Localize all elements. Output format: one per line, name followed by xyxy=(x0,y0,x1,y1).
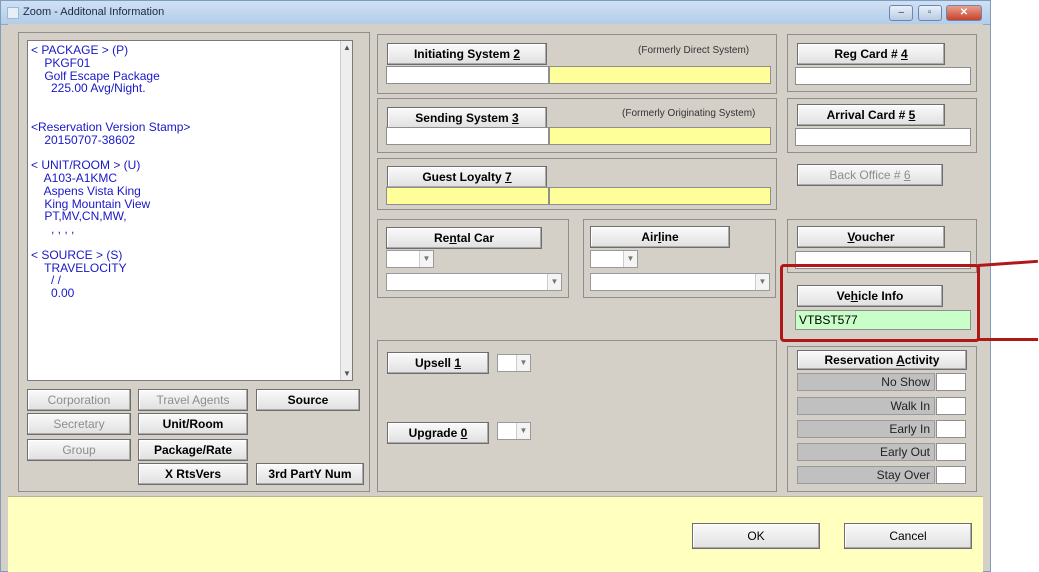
upsell-button[interactable]: Upsell 1 xyxy=(387,352,489,374)
sending-key: 3 xyxy=(512,111,519,125)
activity-field-walk-in[interactable] xyxy=(936,397,966,415)
loyalty-label: Guest Loyalty xyxy=(422,170,505,184)
sending-system-button[interactable]: Sending System 3 xyxy=(387,107,547,129)
rental-label-b: tal Car xyxy=(456,231,495,245)
sending-label: Sending System xyxy=(415,111,512,125)
chevron-down-icon[interactable]: ▼ xyxy=(516,423,530,439)
arrival-card-button[interactable]: Arrival Card # 5 xyxy=(797,104,945,126)
maximize-button[interactable]: ▫ xyxy=(917,5,942,21)
cancel-button[interactable]: Cancel xyxy=(844,523,972,549)
activity-label-a: Reservation xyxy=(824,353,897,367)
ok-button[interactable]: OK xyxy=(692,523,820,549)
activity-field-stay-over[interactable] xyxy=(936,466,966,484)
airline-button[interactable]: Airline xyxy=(590,226,730,248)
chevron-down-icon[interactable]: ▼ xyxy=(516,355,530,371)
source-button[interactable]: Source xyxy=(256,389,360,411)
scroll-up-icon[interactable]: ▲ xyxy=(343,43,351,52)
chevron-down-icon[interactable]: ▼ xyxy=(623,251,637,267)
travel-agents-button[interactable]: Travel Agents xyxy=(138,389,248,411)
reg-card-key: 4 xyxy=(901,47,908,61)
close-button[interactable]: ✕ xyxy=(946,5,982,21)
rental-key: n xyxy=(449,231,457,245)
loyalty-number-field[interactable] xyxy=(549,187,771,205)
reg-card-button[interactable]: Reg Card # 4 xyxy=(797,43,945,65)
activity-label-early-out: Early Out xyxy=(797,443,935,461)
activity-key: A xyxy=(896,353,905,367)
highlight-box xyxy=(780,264,980,342)
initiating-key: 2 xyxy=(513,47,521,61)
voucher-button[interactable]: Voucher xyxy=(797,226,945,248)
initiating-note: (Formerly Direct System) xyxy=(638,45,750,56)
corporation-button[interactable]: Corporation xyxy=(27,389,131,411)
secretary-button[interactable]: Secretary xyxy=(27,413,131,435)
upgrade-key: 0 xyxy=(460,426,468,440)
sending-note: (Formerly Originating System) xyxy=(622,108,756,119)
window-title: Zoom - Additonal Information xyxy=(23,6,165,18)
sending-code-field[interactable] xyxy=(386,127,549,145)
group-button[interactable]: Group xyxy=(27,439,131,461)
back-office-key: 6 xyxy=(903,168,911,182)
airline-label-b: ine xyxy=(661,230,679,244)
upsell-combo[interactable]: ▼ xyxy=(497,354,531,372)
rental-label-a: Re xyxy=(433,231,450,245)
back-office-label: Back Office # xyxy=(829,168,904,182)
activity-label-walk-in: Walk In xyxy=(797,397,935,415)
upsell-label: Upsell xyxy=(414,356,455,370)
airline-name-combo[interactable]: ▼ xyxy=(590,273,770,291)
package-rate-button[interactable]: Package/Rate xyxy=(138,439,248,461)
initiating-label: Initiating System xyxy=(413,47,514,61)
reg-card-field[interactable] xyxy=(795,67,971,85)
upgrade-label: Upgrade xyxy=(408,426,461,440)
loyalty-code-field[interactable] xyxy=(386,187,549,205)
airline-label-a: Air xyxy=(641,230,658,244)
sending-name-field[interactable] xyxy=(549,127,771,145)
loyalty-key: 7 xyxy=(505,170,512,184)
activity-label-early-in: Early In xyxy=(797,420,935,438)
activity-label-b: ctivity xyxy=(904,353,940,367)
third-party-num-button[interactable]: 3rd PartY Num xyxy=(256,463,364,485)
activity-field-no-show[interactable] xyxy=(936,373,966,391)
upsell-key: 1 xyxy=(454,356,462,370)
info-text: < PACKAGE > (P) PKGF01 Golf Escape Packa… xyxy=(31,43,191,301)
title-bar: Zoom - Additonal Information – ▫ ✕ xyxy=(1,1,990,25)
upgrade-button[interactable]: Upgrade 0 xyxy=(387,422,489,444)
back-office-button[interactable]: Back Office # 6 xyxy=(797,164,943,186)
x-rtsvers-button[interactable]: X RtsVers xyxy=(138,463,248,485)
scroll-down-icon[interactable]: ▼ xyxy=(343,369,351,378)
airline-code-combo[interactable]: ▼ xyxy=(590,250,638,268)
initiating-code-field[interactable] xyxy=(386,66,549,84)
rental-car-button[interactable]: Rental Car xyxy=(386,227,542,249)
voucher-key: V xyxy=(847,230,855,244)
voucher-label: oucher xyxy=(854,230,895,244)
app-icon xyxy=(7,7,19,19)
highlight-line-bottom xyxy=(978,338,1038,341)
info-listbox[interactable]: < PACKAGE > (P) PKGF01 Golf Escape Packa… xyxy=(27,40,353,381)
chevron-down-icon[interactable]: ▼ xyxy=(419,251,433,267)
rental-car-name-combo[interactable]: ▼ xyxy=(386,273,562,291)
rental-car-code-combo[interactable]: ▼ xyxy=(386,250,434,268)
activity-label-stay-over: Stay Over xyxy=(797,466,935,484)
guest-loyalty-button[interactable]: Guest Loyalty 7 xyxy=(387,166,547,188)
activity-label-no-show: No Show xyxy=(797,373,935,391)
reg-card-label: Reg Card # xyxy=(834,47,901,61)
initiating-system-button[interactable]: Initiating System 2 xyxy=(387,43,547,65)
arrival-card-label: Arrival Card # xyxy=(826,108,909,122)
activity-field-early-in[interactable] xyxy=(936,420,966,438)
footer-bar xyxy=(8,496,983,572)
activity-field-early-out[interactable] xyxy=(936,443,966,461)
scrollbar[interactable]: ▲ ▼ xyxy=(340,41,352,380)
chevron-down-icon[interactable]: ▼ xyxy=(547,274,561,290)
arrival-card-key: 5 xyxy=(908,108,916,122)
chevron-down-icon[interactable]: ▼ xyxy=(755,274,769,290)
reservation-activity-button[interactable]: Reservation Activity xyxy=(797,350,967,370)
unit-room-button[interactable]: Unit/Room xyxy=(138,413,248,435)
arrival-card-field[interactable] xyxy=(795,128,971,146)
initiating-name-field[interactable] xyxy=(549,66,771,84)
minimize-button[interactable]: – xyxy=(889,5,914,21)
upgrade-combo[interactable]: ▼ xyxy=(497,422,531,440)
